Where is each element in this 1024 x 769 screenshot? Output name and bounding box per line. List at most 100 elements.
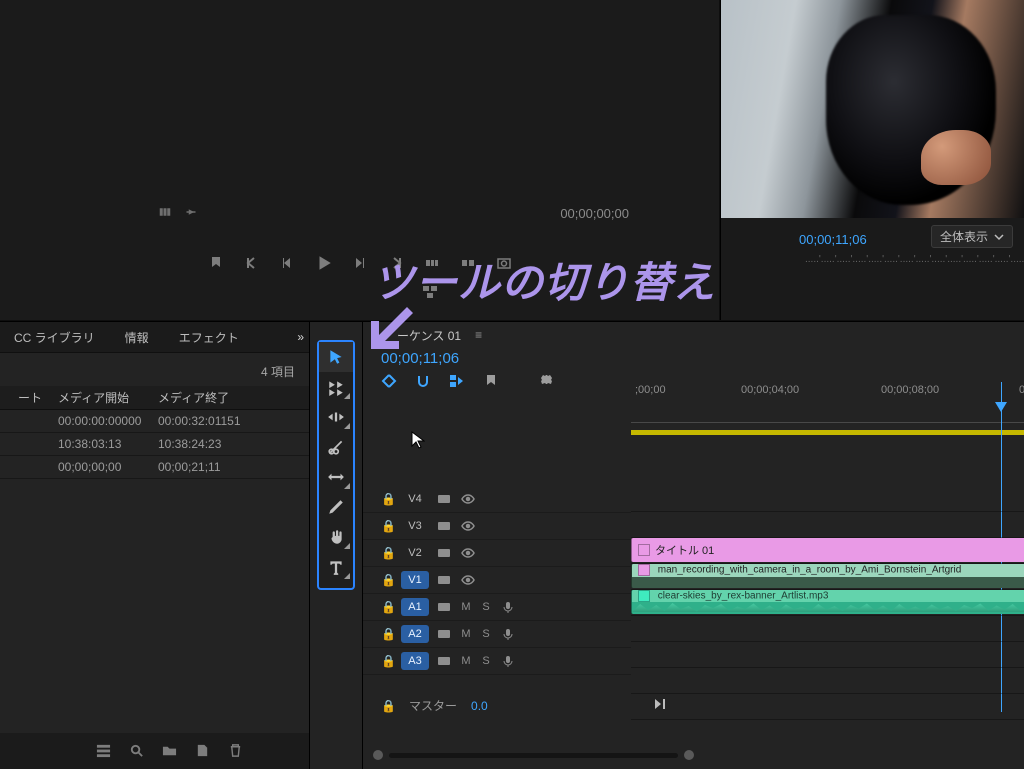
hand-tool[interactable]: [319, 522, 353, 552]
track-header-a3[interactable]: 🔒 A3 M S: [363, 648, 631, 675]
col-rate[interactable]: ート: [18, 389, 58, 406]
timeline-playhead-timecode[interactable]: 00;00;11;06: [363, 348, 1024, 369]
zoom-handle-left[interactable]: [373, 750, 383, 760]
play-button[interactable]: [315, 254, 333, 272]
lock-icon[interactable]: 🔒: [381, 654, 395, 668]
comparison-view-icon[interactable]: [421, 282, 439, 300]
track-select-forward-tool[interactable]: [319, 372, 353, 402]
col-media-end[interactable]: メディア終了: [158, 389, 258, 406]
eye-icon[interactable]: [459, 546, 477, 560]
track-label[interactable]: A3: [401, 652, 429, 670]
step-forward-button[interactable]: [351, 254, 369, 272]
clip-audio[interactable]: clear-skies_by_rex-banner_Artlist.mp3: [631, 590, 1024, 614]
toggle-output-icon[interactable]: [435, 573, 453, 587]
track-header-v3[interactable]: 🔒 V3: [363, 513, 631, 540]
program-timecode[interactable]: 00;00;11;06: [799, 232, 867, 247]
selection-tool[interactable]: [319, 342, 353, 372]
timeline-tabs: ーケンス 01 ≡: [363, 322, 1024, 348]
project-row[interactable]: 10:38:03:13 10:38:24:23: [0, 433, 309, 456]
clip-video[interactable]: man_recording_with_camera_in_a_room_by_A…: [631, 564, 1024, 588]
insert-icon[interactable]: [159, 206, 171, 218]
add-marker-button[interactable]: [207, 254, 225, 272]
lock-icon[interactable]: 🔒: [381, 573, 395, 587]
master-value[interactable]: 0.0: [471, 699, 488, 713]
voiceover-icon[interactable]: [499, 600, 517, 614]
lock-icon[interactable]: 🔒: [381, 699, 395, 713]
timeline-zoom-scrollbar[interactable]: [373, 749, 694, 761]
lock-icon[interactable]: 🔒: [381, 600, 395, 614]
search-icon[interactable]: [129, 743, 144, 761]
pen-tool[interactable]: [319, 492, 353, 522]
step-back-button[interactable]: [279, 254, 297, 272]
ripple-edit-tool[interactable]: [319, 402, 353, 432]
project-row[interactable]: 00:00:00:00000 00:00:32:01151: [0, 410, 309, 433]
mute-button[interactable]: M: [459, 601, 473, 613]
slip-tool[interactable]: [319, 462, 353, 492]
voiceover-icon[interactable]: [499, 654, 517, 668]
track-label[interactable]: V2: [401, 544, 429, 562]
eye-icon[interactable]: [459, 519, 477, 533]
toggle-output-icon[interactable]: [435, 519, 453, 533]
zoom-handle-right[interactable]: [684, 750, 694, 760]
overwrite-button[interactable]: [459, 254, 477, 272]
trash-icon[interactable]: [228, 743, 243, 761]
toggle-output-icon[interactable]: [435, 546, 453, 560]
scrollbar-track[interactable]: [389, 753, 678, 758]
insert-button[interactable]: [423, 254, 441, 272]
type-tool[interactable]: [319, 552, 353, 582]
mark-in-button[interactable]: [243, 254, 261, 272]
go-to-next-icon[interactable]: [653, 697, 667, 714]
tab-effects[interactable]: エフェクト: [171, 323, 247, 352]
overwrite-icon[interactable]: [185, 206, 197, 218]
new-item-icon[interactable]: [195, 743, 210, 761]
clip-title[interactable]: タイトル 01: [631, 538, 1024, 562]
track-label[interactable]: A1: [401, 598, 429, 616]
project-column-headers[interactable]: ート メディア開始 メディア終了: [0, 386, 309, 410]
program-video-preview[interactable]: [721, 0, 1024, 218]
toggle-output-icon[interactable]: [435, 654, 453, 668]
mute-button[interactable]: M: [459, 628, 473, 640]
track-label[interactable]: V3: [401, 517, 429, 535]
overflow-icon[interactable]: »: [297, 330, 303, 344]
razor-tool[interactable]: [319, 432, 353, 462]
panel-menu-icon[interactable]: ≡: [475, 328, 482, 342]
new-bin-icon[interactable]: [162, 743, 177, 761]
eye-icon[interactable]: [459, 492, 477, 506]
lock-icon[interactable]: 🔒: [381, 519, 395, 533]
lock-icon[interactable]: 🔒: [381, 627, 395, 641]
export-frame-button[interactable]: [495, 254, 513, 272]
track-header-v2[interactable]: 🔒 V2: [363, 540, 631, 567]
program-mini-ruler[interactable]: .....'.....'.....'.....'.....'.....'....…: [805, 254, 1024, 265]
timeline-track-canvas[interactable]: タイトル 01 man_recording_with_camera_in_a_r…: [631, 486, 1024, 735]
col-media-start[interactable]: メディア開始: [58, 389, 158, 406]
track-header-a2[interactable]: 🔒 A2 M S: [363, 621, 631, 648]
mute-button[interactable]: M: [459, 655, 473, 667]
solo-button[interactable]: S: [479, 655, 493, 667]
lock-icon[interactable]: 🔒: [381, 546, 395, 560]
program-zoom-dropdown[interactable]: 全体表示: [931, 225, 1013, 248]
lock-icon[interactable]: 🔒: [381, 492, 395, 506]
mark-out-button[interactable]: [387, 254, 405, 272]
track-label[interactable]: V4: [401, 490, 429, 508]
tab-cc-libraries[interactable]: CC ライブラリ: [6, 323, 103, 352]
track-header-v1[interactable]: 🔒 V1: [363, 567, 631, 594]
track-header-v4[interactable]: 🔒 V4: [363, 486, 631, 513]
timeline-ruler[interactable]: ;00;00 00;00;04;00 00;00;08;00 00;00: [631, 382, 1024, 422]
solo-button[interactable]: S: [479, 628, 493, 640]
list-view-icon[interactable]: [96, 743, 111, 761]
work-area-bar[interactable]: [631, 430, 1024, 435]
toggle-output-icon[interactable]: [435, 492, 453, 506]
tab-info[interactable]: 情報: [117, 323, 157, 352]
track-header-a1[interactable]: 🔒 A1 M S: [363, 594, 631, 621]
cell-media-start: 10:38:03:13: [58, 437, 158, 451]
project-row[interactable]: 00;00;00;00 00;00;21;11: [0, 456, 309, 479]
solo-button[interactable]: S: [479, 601, 493, 613]
master-track-header[interactable]: 🔒 マスター 0.0: [381, 697, 488, 714]
track-label[interactable]: A2: [401, 625, 429, 643]
toggle-output-icon[interactable]: [435, 600, 453, 614]
eye-icon[interactable]: [459, 573, 477, 587]
toggle-output-icon[interactable]: [435, 627, 453, 641]
track-label[interactable]: V1: [401, 571, 429, 589]
voiceover-icon[interactable]: [499, 627, 517, 641]
sequence-tab[interactable]: ーケンス 01: [397, 327, 461, 344]
